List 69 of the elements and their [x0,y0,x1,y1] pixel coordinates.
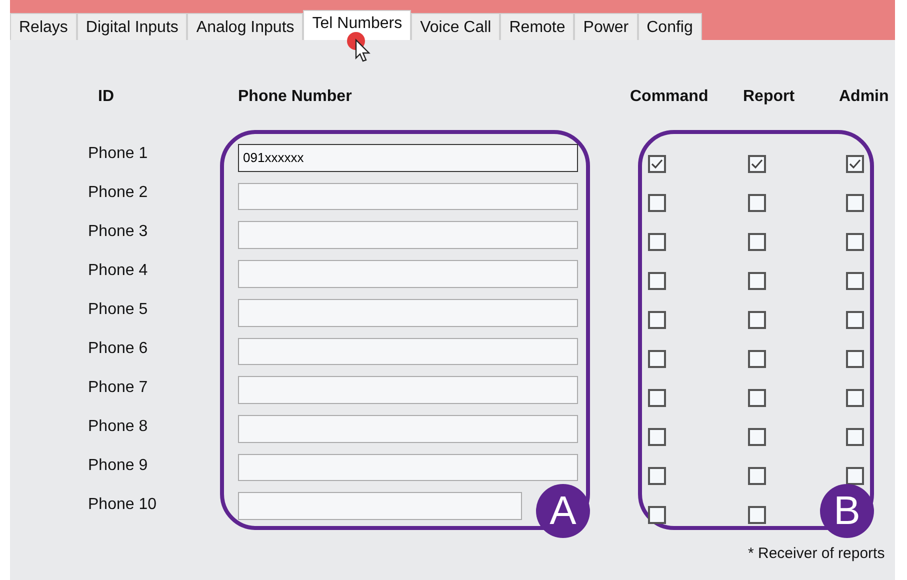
checkbox[interactable] [648,506,666,524]
checkbox[interactable] [846,466,864,484]
checkbox[interactable] [648,350,666,368]
tab[interactable]: Power [574,13,638,40]
phone-label: Phone 6 [88,338,149,358]
group-badge: B [820,484,874,538]
checkbox[interactable] [748,154,766,172]
tab[interactable]: Relays [10,13,77,40]
tab[interactable]: Digital Inputs [76,13,188,40]
phone-label: Phone 1 [88,144,149,164]
check-icon [651,158,663,168]
phone-number-field[interactable] [238,376,578,404]
phone-number-field[interactable] [238,414,578,443]
phone-number-field[interactable] [238,338,578,366]
phone-label: Phone 9 [88,456,149,476]
checkbox[interactable] [748,232,766,250]
phone-label: Phone 5 [88,300,149,320]
checkbox[interactable] [846,310,864,328]
phone-number-field[interactable] [238,454,578,482]
tab[interactable]: Voice Call [411,13,500,40]
checkbox[interactable] [648,310,666,328]
check-icon [751,158,763,168]
checkbox[interactable] [648,194,666,212]
phone-number-field[interactable] [238,221,578,250]
column-header: Command [630,88,710,107]
phone-label: Phone 10 [88,494,158,514]
phone-label: Phone 8 [88,416,149,436]
phone-label: Phone 4 [88,260,149,280]
column-header: ID [98,88,115,107]
phone-label: Phone 7 [88,378,149,398]
checkbox[interactable] [648,232,666,250]
phone-number-field[interactable] [238,492,522,520]
group-badge: A [536,484,590,538]
checkbox[interactable] [748,272,766,290]
checkbox[interactable] [748,310,766,328]
phone-number-field[interactable]: 091xxxxxx [238,144,578,172]
checkbox[interactable] [648,272,666,290]
tab[interactable]: Analog Inputs [187,13,304,40]
checkbox[interactable] [846,194,864,212]
checkbox[interactable] [846,350,864,368]
checkbox[interactable] [846,232,864,250]
phone-number-field[interactable] [238,182,578,210]
checkbox[interactable] [748,350,766,368]
checkbox[interactable] [648,154,666,172]
phone-number-field[interactable] [238,260,578,288]
column-header: Phone Number [238,88,353,107]
checkbox[interactable] [648,466,666,484]
checkbox[interactable] [846,388,864,406]
checkbox[interactable] [648,428,666,446]
phone-label: Phone 2 [88,182,149,202]
column-header: Report [743,88,796,107]
tab[interactable]: Remote [500,13,574,40]
checkbox[interactable] [846,154,864,172]
check-icon [849,158,861,168]
tab[interactable]: Tel Numbers [303,10,412,40]
column-header: Admin [839,88,889,107]
phone-label: Phone 3 [88,222,149,242]
footnote: * Receiver of reports [748,545,885,562]
checkbox[interactable] [748,506,766,524]
phone-number-field[interactable] [238,298,578,327]
checkbox[interactable] [846,428,864,446]
checkbox[interactable] [648,388,666,406]
checkbox[interactable] [748,466,766,484]
checkbox[interactable] [846,272,864,290]
checkbox[interactable] [748,388,766,406]
checkbox[interactable] [748,428,766,446]
tab[interactable]: Config [638,13,702,40]
checkbox[interactable] [748,194,766,212]
cursor-icon [347,32,371,62]
